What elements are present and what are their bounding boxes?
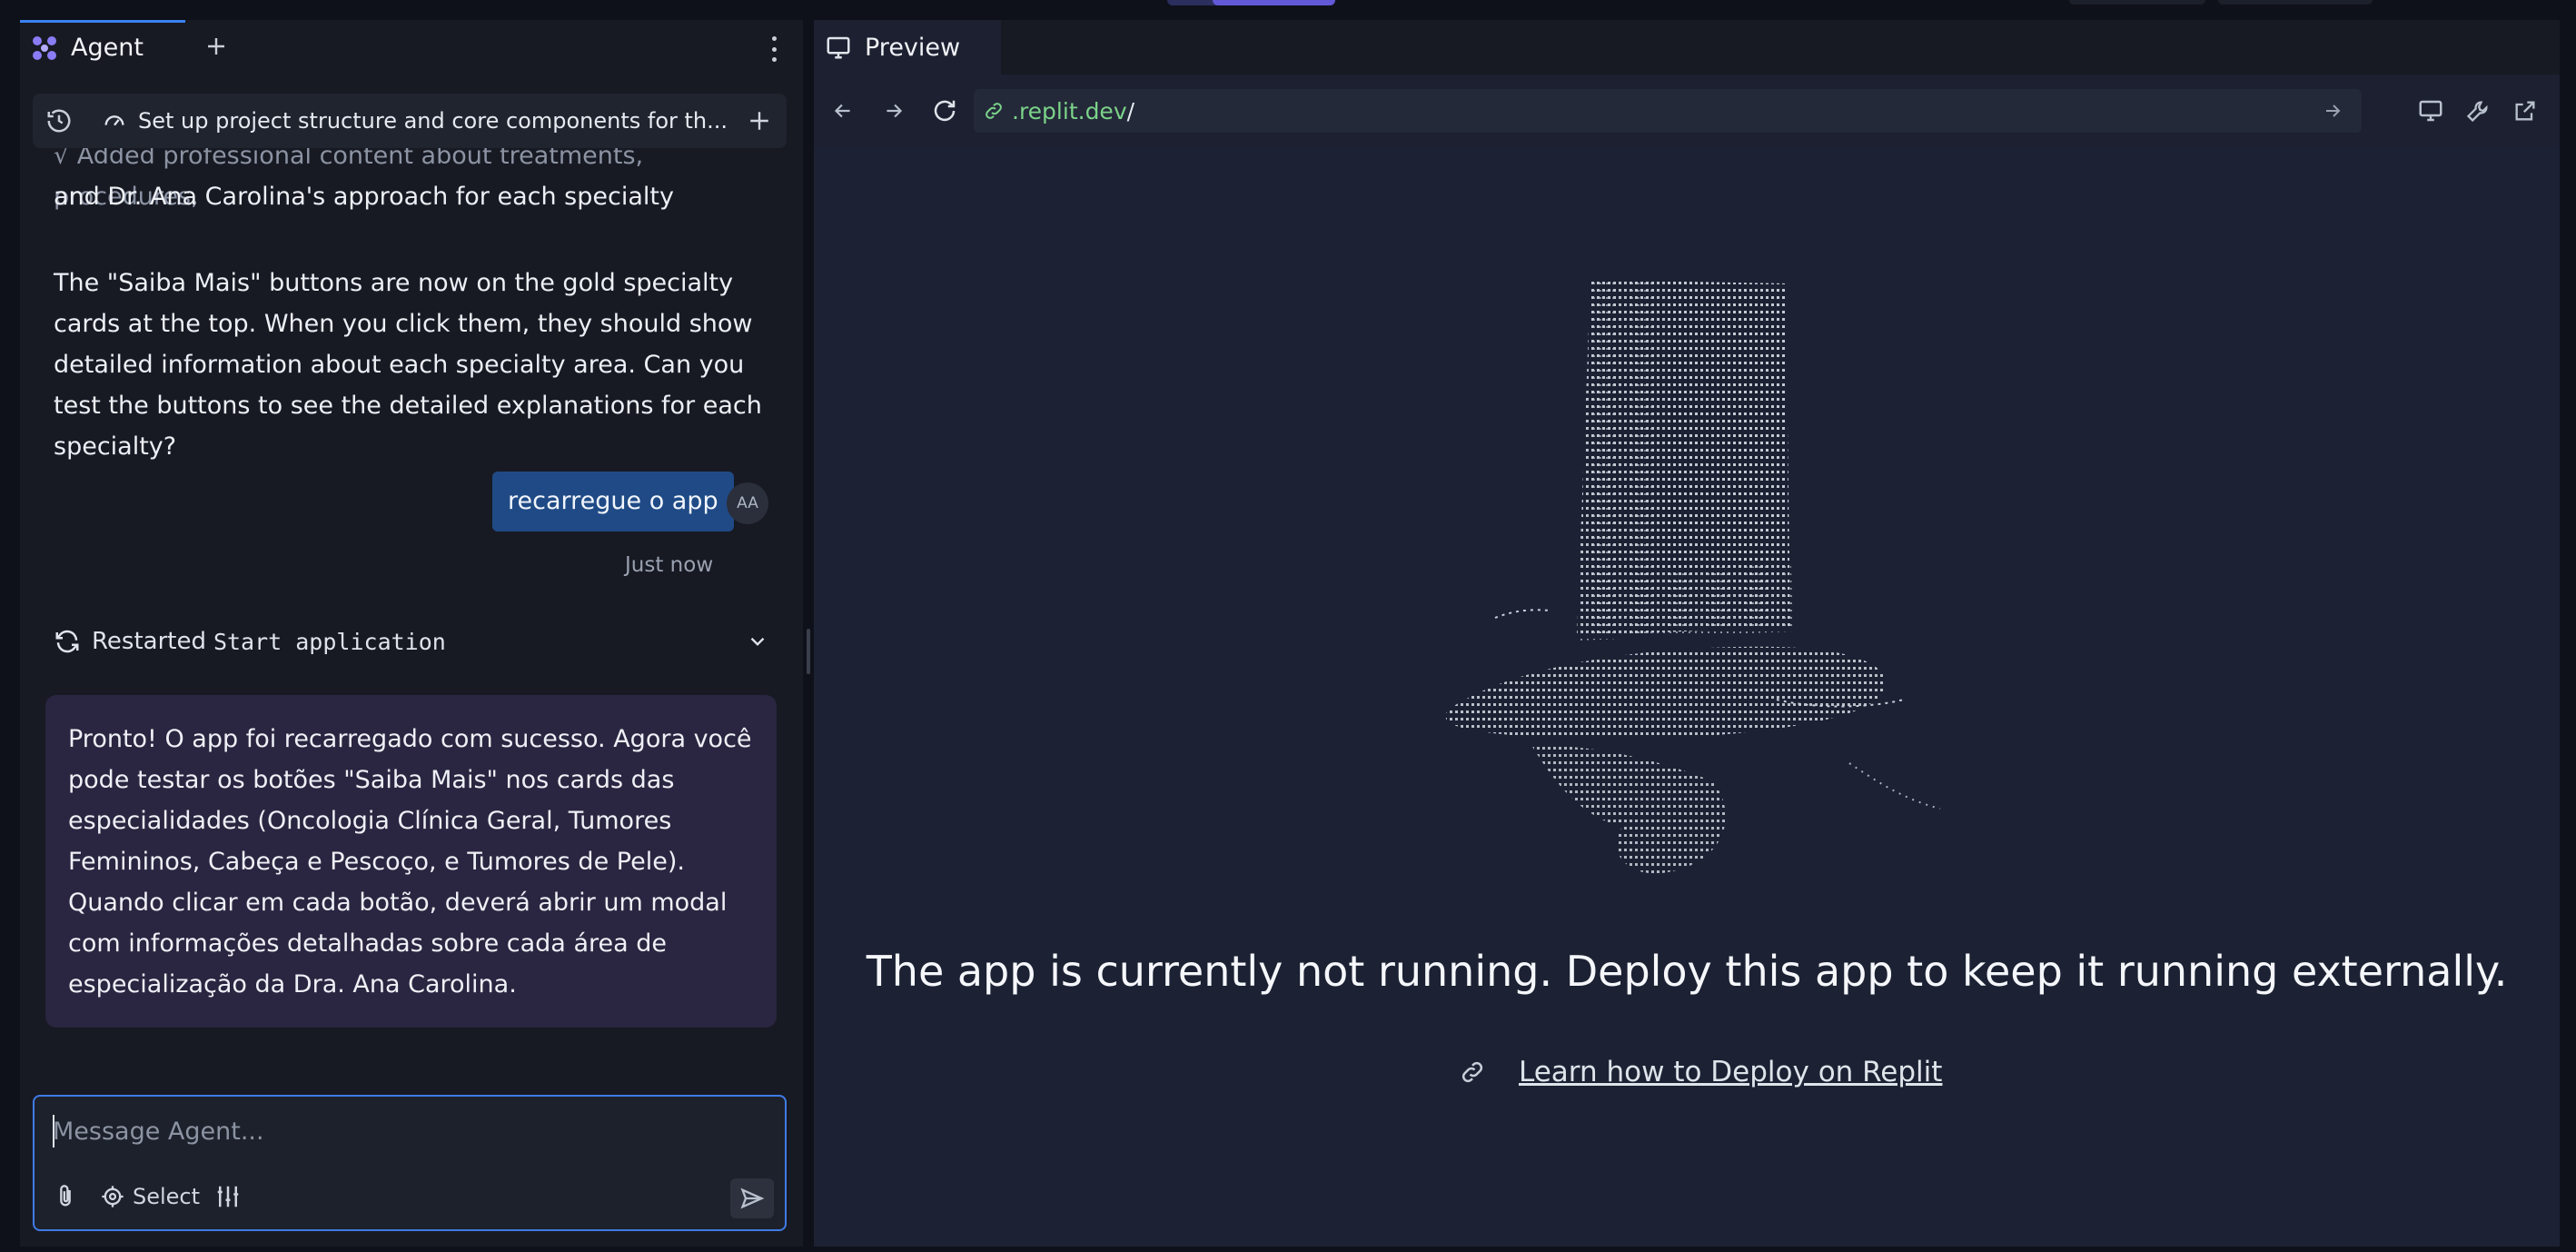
settings-button[interactable] [207,1177,256,1217]
message-input[interactable] [53,1113,761,1149]
not-running-notice: The app is currently not running. Deploy… [866,947,2508,996]
devtools-button[interactable] [2462,94,2494,127]
previous-message-bullet-cont: and Dr. Ana Carolina's approach for each… [54,183,674,211]
kebab-menu-icon[interactable] [763,33,785,65]
agent-panel: Agent Set up project structure and core … [20,20,803,1247]
reload-icon [934,100,956,122]
top-indicator-active [1213,0,1335,5]
preview-tab-bar: Preview [814,20,2560,75]
arrow-right-icon[interactable] [2322,100,2343,122]
top-decor [2069,0,2205,5]
history-icon [47,109,71,133]
link-icon [986,103,1002,119]
send-button[interactable] [730,1178,774,1218]
tab-preview[interactable]: Preview [814,20,1001,75]
thread-title-text: Set up project structure and core compon… [138,108,728,134]
monitor-icon [827,36,850,59]
preview-viewport[interactable]: The app is currently not running. Deploy… [814,147,2560,1247]
link-icon [1461,1061,1483,1083]
attach-button[interactable] [45,1177,93,1217]
url-bar: .replit.dev / [814,75,2560,147]
sliders-icon [217,1186,239,1207]
user-message-row: recarregue o app AA [20,472,803,535]
agent-reply: Pronto! O app foi recarregado com sucess… [45,695,777,1028]
forward-button[interactable] [877,94,910,127]
deploy-help[interactable]: Learn how to Deploy on Replit [1459,1052,1942,1092]
gauge-icon [104,115,124,126]
agent-tab-bar: Agent [20,20,803,75]
panel-resize-handle[interactable] [803,20,814,1247]
resize-grip[interactable] [807,629,810,674]
url-path: / [1126,97,1135,124]
open-external-button[interactable] [2509,94,2541,127]
tab-agent-label: Agent [71,34,144,62]
crosshair-icon [102,1186,124,1207]
tab-preview-label: Preview [865,33,961,62]
restart-label: Restarted [92,628,206,655]
message-timestamp: Just now [625,553,714,577]
arrow-left-icon [834,104,850,118]
preview-panel: Preview .replit.dev / The app is current… [814,20,2560,1247]
window-top-strip [0,0,2576,20]
previous-message-paragraph: The "Saiba Mais" buttons are now on the … [54,269,762,461]
reload-button[interactable] [928,94,961,127]
back-button[interactable] [827,94,859,127]
deploy-help-link[interactable]: Learn how to Deploy on Replit [1519,1056,1942,1088]
url-domain: .replit.dev [1012,97,1127,124]
url-field[interactable]: .replit.dev / [974,89,2362,133]
chat-thread[interactable]: √ Added professional content about treat… [20,148,803,1093]
chevron-down-icon[interactable] [746,630,769,653]
send-icon [740,1187,765,1209]
thread-title[interactable]: Set up project structure and core compon… [85,108,732,134]
select-element-button[interactable]: Select [93,1177,207,1217]
tab-agent[interactable]: Agent [20,20,185,73]
select-label: Select [133,1184,201,1209]
wrench-icon [2466,101,2488,123]
message-composer[interactable]: Select [33,1095,787,1231]
monitor-icon [2419,100,2442,122]
new-thread-button[interactable] [732,101,787,141]
agent-logo-icon [33,35,56,60]
user-message: recarregue o app [492,472,734,532]
sleeping-hat-illustration [1445,280,1941,874]
plus-icon [208,38,224,55]
composer-toolbar: Select [45,1177,256,1217]
history-button[interactable] [33,94,85,147]
thread-header: Set up project structure and core compon… [33,94,787,148]
new-tab-button[interactable] [200,31,233,64]
refresh-icon [55,630,79,653]
text-caret [53,1115,54,1148]
arrow-right-icon [887,104,903,118]
external-link-icon [2515,101,2535,121]
top-decor [2218,0,2373,5]
device-toggle-button[interactable] [2414,94,2447,127]
workflow-name: Start application [213,628,446,655]
restart-event[interactable]: Restarted Start application [54,623,780,660]
paperclip-icon [60,1185,71,1207]
avatar[interactable]: AA [727,482,768,524]
plus-icon [750,112,768,130]
